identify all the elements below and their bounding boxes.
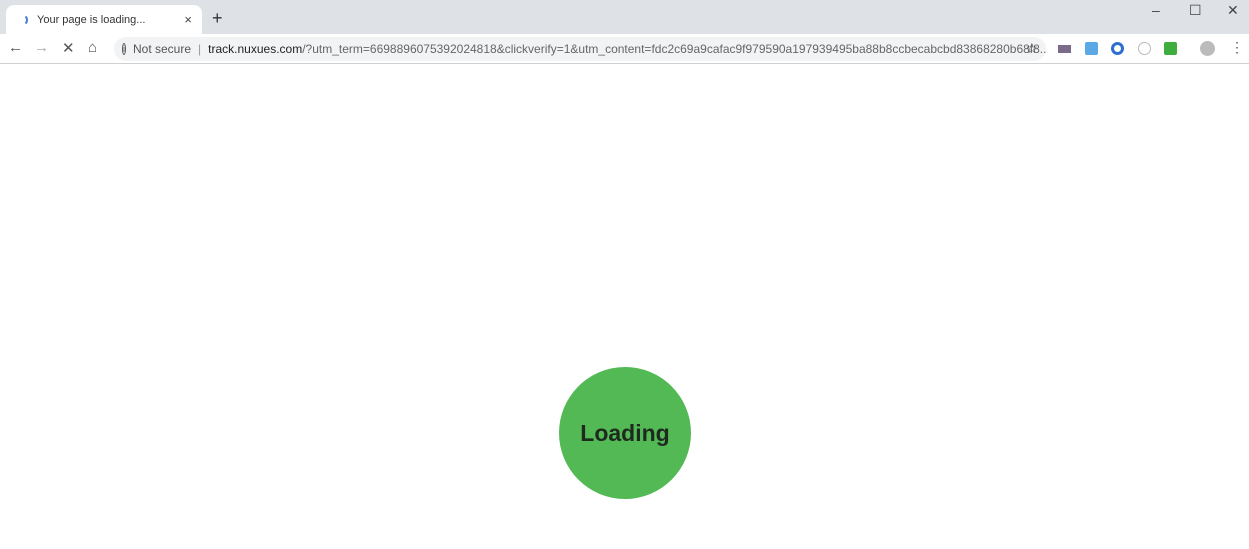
new-tab-button[interactable]: + xyxy=(212,8,223,29)
extension-icon-4[interactable] xyxy=(1138,42,1151,55)
back-button[interactable]: ← xyxy=(8,39,23,56)
address-bar[interactable]: i Not secure | track.nuxues.com/?utm_ter… xyxy=(114,37,1046,61)
stop-button[interactable]: ✕ xyxy=(62,39,75,57)
info-icon[interactable]: i xyxy=(122,43,126,55)
forward-button[interactable]: → xyxy=(34,39,49,56)
menu-button[interactable]: ⋮ xyxy=(1230,39,1244,56)
maximize-button[interactable]: ☐ xyxy=(1189,2,1202,19)
loading-label: Loading xyxy=(580,419,670,446)
window-close-button[interactable]: ✕ xyxy=(1227,2,1239,19)
security-label[interactable]: Not secure xyxy=(133,42,191,56)
extension-icon-3[interactable] xyxy=(1111,42,1124,55)
bookmark-star-icon[interactable]: ☆ xyxy=(1025,40,1038,57)
tab-title: Your page is loading... xyxy=(37,13,146,26)
loading-spinner-icon xyxy=(16,13,28,26)
url-path: /?utm_term=6698896075392024818&clickveri… xyxy=(302,42,1046,56)
minimize-button[interactable]: – xyxy=(1152,2,1160,18)
extension-icon-1[interactable] xyxy=(1058,45,1071,53)
home-button[interactable]: ⌂ xyxy=(88,39,97,56)
extension-icon-5[interactable] xyxy=(1164,42,1177,55)
loading-indicator: Loading xyxy=(559,367,691,499)
tab-close-button[interactable]: × xyxy=(184,12,192,27)
tab-active[interactable]: Your page is loading... × xyxy=(6,5,202,34)
profile-avatar-icon[interactable] xyxy=(1200,41,1215,56)
browser-toolbar: ← → ✕ ⌂ i Not secure | track.nuxues.com /… xyxy=(0,34,1249,64)
url-host: track.nuxues.com xyxy=(208,42,303,56)
extension-icon-2[interactable] xyxy=(1085,42,1098,55)
divider: | xyxy=(198,42,202,56)
tab-bar: Your page is loading... × + – ☐ ✕ xyxy=(0,0,1249,34)
page-content: Loading xyxy=(0,64,1249,549)
